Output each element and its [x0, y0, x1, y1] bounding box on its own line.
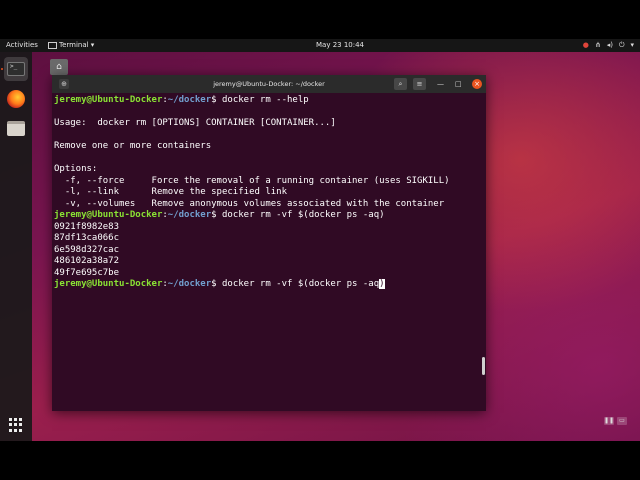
- window-titlebar[interactable]: ⊕ jeremy@Ubuntu-Docker: ~/docker ⌕ ≡ — □…: [52, 75, 486, 93]
- command-text: docker rm -vf $(docker ps -aq: [216, 279, 380, 289]
- output-line: 0921f8982e83: [54, 221, 120, 232]
- running-indicator: [1, 68, 3, 70]
- app-menu[interactable]: Terminal ▾: [48, 39, 94, 52]
- system-tray[interactable]: ● ⋔ ◂) ⏻ ▾: [583, 39, 634, 52]
- output-line: Usage: docker rm [OPTIONS] CONTAINER [CO…: [54, 118, 336, 128]
- scrollbar[interactable]: [482, 357, 485, 375]
- terminal-small-icon: [48, 41, 57, 49]
- volume-icon[interactable]: ◂): [607, 39, 613, 52]
- output-line: 49f7e695c7be: [54, 267, 120, 278]
- output-line: 6e598d327cac: [54, 244, 120, 255]
- alert-icon[interactable]: ●: [583, 39, 589, 52]
- dock: >_: [0, 52, 32, 441]
- dock-terminal[interactable]: >_: [4, 57, 28, 81]
- minimize-icon[interactable]: —: [437, 75, 444, 93]
- command-text: docker rm -vf $(docker ps -aq): [216, 210, 385, 220]
- terminal-output[interactable]: jeremy@Ubuntu-Docker:~/docker$ docker rm…: [54, 95, 474, 409]
- app-menu-label: Terminal ▾: [59, 41, 95, 49]
- text-cursor: ): [379, 279, 385, 289]
- cast-icon[interactable]: ▭: [617, 417, 627, 425]
- terminal-icon: >_: [7, 62, 25, 76]
- dock-firefox[interactable]: [4, 87, 28, 111]
- prompt-line: jeremy@Ubuntu-Docker:~/docker$ docker rm…: [54, 279, 385, 289]
- output-line: 486102a38a72: [54, 256, 120, 266]
- power-icon[interactable]: ⏻: [619, 39, 625, 52]
- prompt-path: ~/docker: [167, 210, 212, 220]
- show-apps-icon[interactable]: [9, 418, 23, 432]
- chevron-down-icon[interactable]: ▾: [630, 39, 634, 52]
- maximize-icon[interactable]: □: [455, 75, 462, 93]
- terminal-window[interactable]: ⊕ jeremy@Ubuntu-Docker: ~/docker ⌕ ≡ — □…: [52, 75, 486, 411]
- search-icon[interactable]: ⌕: [394, 78, 407, 90]
- home-folder-icon[interactable]: ⌂: [50, 59, 68, 75]
- activities-button[interactable]: Activities: [6, 39, 38, 52]
- output-line: 87df13ca066c: [54, 233, 120, 243]
- files-icon: [7, 120, 25, 136]
- prompt-user: jeremy@Ubuntu-Docker: [54, 210, 163, 220]
- prompt-user: jeremy@Ubuntu-Docker: [54, 95, 163, 105]
- pause-icon[interactable]: ❚❚: [604, 417, 614, 425]
- video-controls[interactable]: ❚❚ ▭: [604, 417, 627, 425]
- network-icon[interactable]: ⋔: [595, 39, 601, 52]
- command-text: docker rm --help: [216, 95, 309, 105]
- clock[interactable]: May 23 10:44: [316, 39, 364, 52]
- prompt-user: jeremy@Ubuntu-Docker: [54, 279, 163, 289]
- prompt-path: ~/docker: [167, 95, 212, 105]
- output-line: -l, --link Remove the specified link: [54, 187, 287, 197]
- prompt-line: jeremy@Ubuntu-Docker:~/docker$ docker rm…: [54, 210, 385, 220]
- close-icon[interactable]: ×: [472, 79, 482, 89]
- dock-files[interactable]: [4, 116, 28, 140]
- top-bar: Activities Terminal ▾ May 23 10:44 ● ⋔ ◂…: [0, 39, 640, 52]
- hamburger-menu-icon[interactable]: ≡: [413, 78, 426, 90]
- output-line: -v, --volumes Remove anonymous volumes a…: [54, 198, 445, 209]
- prompt-line: jeremy@Ubuntu-Docker:~/docker$ docker rm…: [54, 95, 309, 105]
- output-line: Options:: [54, 164, 98, 174]
- output-line: Remove one or more containers: [54, 141, 212, 151]
- prompt-path: ~/docker: [167, 279, 212, 289]
- desktop: Activities Terminal ▾ May 23 10:44 ● ⋔ ◂…: [0, 39, 640, 441]
- output-line: -f, --force Force the removal of a runni…: [54, 175, 450, 186]
- firefox-icon: [7, 90, 25, 108]
